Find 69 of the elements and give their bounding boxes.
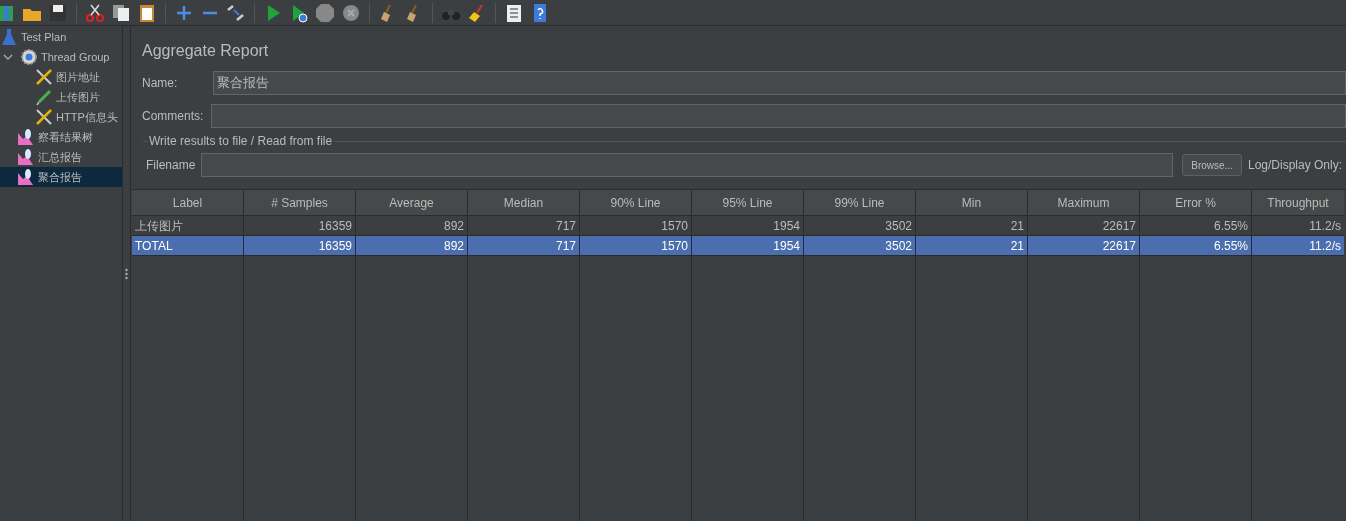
- table-cell: 892: [356, 236, 468, 255]
- chart-icon: [17, 128, 35, 146]
- scissors-icon[interactable]: [85, 2, 105, 23]
- filename-field[interactable]: [201, 153, 1174, 177]
- table-cell: 1954: [692, 216, 804, 235]
- column-header[interactable]: 99% Line: [804, 190, 916, 215]
- table-cell: 22617: [1028, 216, 1140, 235]
- save-icon[interactable]: [48, 2, 68, 23]
- clipboard-icon[interactable]: [137, 2, 157, 23]
- table-cell: 1954: [692, 236, 804, 255]
- shutdown-icon[interactable]: [341, 2, 361, 23]
- column-header[interactable]: Maximum: [1028, 190, 1140, 215]
- table-cell: 1570: [580, 216, 692, 235]
- name-field[interactable]: 聚合报告: [213, 71, 1346, 95]
- list-icon[interactable]: [504, 2, 524, 23]
- tree-item[interactable]: HTTP信息头: [0, 107, 122, 127]
- column-header[interactable]: Min: [916, 190, 1028, 215]
- table-cell-text: 11.2/s: [1308, 237, 1342, 255]
- column-header[interactable]: Average: [356, 190, 468, 215]
- log-display-label: Log/Display Only:: [1247, 157, 1343, 174]
- table-cell: 16359: [244, 236, 356, 255]
- table-cell: 717: [468, 236, 580, 255]
- table-cell: 21: [916, 216, 1028, 235]
- tools-icon: [35, 108, 53, 126]
- comments-field[interactable]: [211, 104, 1346, 128]
- table-cell: 上传图片: [132, 216, 244, 235]
- column-header[interactable]: Median: [468, 190, 580, 215]
- gear-icon: [20, 48, 38, 66]
- tools-icon: [35, 68, 53, 86]
- tree-item[interactable]: Thread Group: [0, 47, 122, 67]
- browse-button[interactable]: Browse...: [1182, 154, 1242, 176]
- tree-item[interactable]: 图片地址: [0, 67, 122, 87]
- filename-label: Filename: [146, 157, 196, 174]
- table-cell: 3502: [804, 216, 916, 235]
- table-cell: 1570: [580, 236, 692, 255]
- column-header[interactable]: 95% Line: [692, 190, 804, 215]
- column-header[interactable]: Error %: [1140, 190, 1252, 215]
- stop-icon[interactable]: [315, 2, 335, 23]
- column-header[interactable]: # Samples: [244, 190, 356, 215]
- comments-label: Comments:: [142, 108, 205, 125]
- panel-title: Aggregate Report: [142, 42, 269, 59]
- table-cell: TOTAL: [132, 236, 244, 255]
- tree-item[interactable]: 上传图片: [0, 87, 122, 107]
- table-cell: 892: [356, 216, 468, 235]
- table-cell-text: 11.2/s: [1308, 217, 1342, 235]
- tree-item[interactable]: 察看结果树: [0, 127, 122, 147]
- table-cell: 3502: [804, 236, 916, 255]
- table-cell: 6.55%: [1140, 236, 1252, 255]
- table-row[interactable]: TOTAL 16359 892 717 1570 1954 3502 21 22617 6.55% 11.2/s: [132, 236, 1344, 256]
- section-label: Write results to file / Read from file: [148, 133, 334, 150]
- tree-item[interactable]: 聚合报告: [0, 167, 122, 187]
- tree-item[interactable]: 汇总报告: [0, 147, 122, 167]
- chart-icon: [17, 168, 35, 186]
- pipette-icon: [35, 88, 53, 106]
- table-cell: 717: [468, 216, 580, 235]
- table-cell: 21: [916, 236, 1028, 255]
- table-cell: 22617: [1028, 236, 1140, 255]
- table-cell: 16359: [244, 216, 356, 235]
- chart-icon: [17, 148, 35, 166]
- table-cell: 6.55%: [1140, 216, 1252, 235]
- column-header[interactable]: 90% Line: [580, 190, 692, 215]
- tree-item[interactable]: Test Plan: [0, 27, 122, 47]
- flask-icon: [0, 28, 18, 46]
- column-header[interactable]: Throughput: [1252, 190, 1344, 215]
- copy-icon[interactable]: [111, 2, 131, 23]
- name-label: Name:: [142, 75, 179, 92]
- column-header[interactable]: Label: [132, 190, 244, 215]
- chevron-icon[interactable]: [3, 52, 13, 62]
- splitter-handle-icon[interactable]: [125, 267, 128, 280]
